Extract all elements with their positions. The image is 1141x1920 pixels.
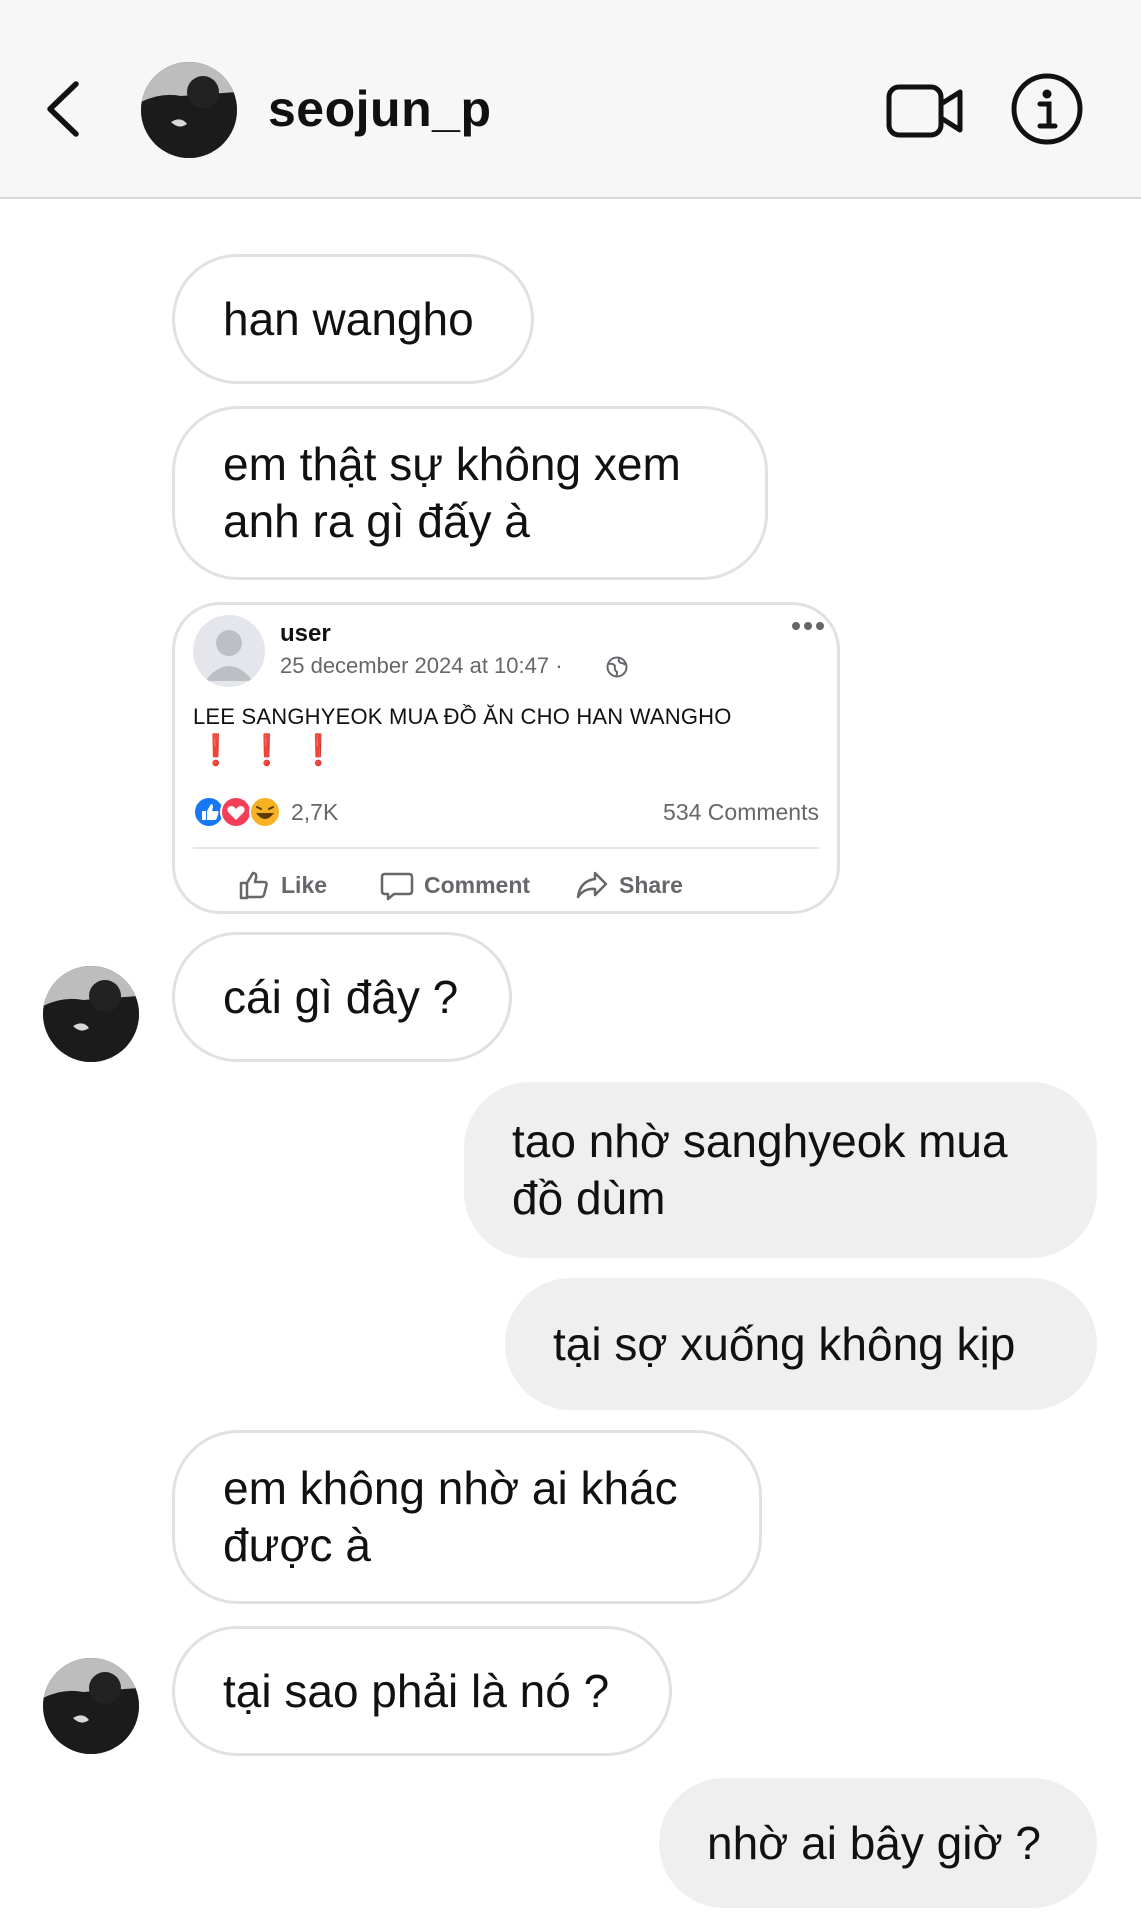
incoming-message[interactable]: cái gì đây ? <box>172 932 512 1062</box>
chat-username[interactable]: seojun_p <box>268 80 491 138</box>
shared-post-card[interactable]: user 25 december 2024 at 10:47 · LEE SAN… <box>172 602 840 914</box>
avatar[interactable] <box>141 62 237 158</box>
like-button[interactable]: Like <box>237 865 327 905</box>
outgoing-message[interactable]: nhờ ai bây giờ ? <box>659 1778 1097 1908</box>
sender-avatar[interactable] <box>43 1658 139 1754</box>
comment-label: Comment <box>424 871 531 898</box>
outgoing-message[interactable]: tao nhờ sanghyeok mua đồ dùm <box>464 1082 1097 1258</box>
message-text: cái gì đây ? <box>223 970 459 1023</box>
reactions-icon[interactable] <box>193 795 285 829</box>
video-call-button[interactable] <box>886 80 964 142</box>
globe-icon <box>606 656 628 678</box>
message-text: em không nhờ ai khác <box>223 1462 678 1514</box>
comment-icon <box>380 872 414 901</box>
comment-count[interactable]: 534 Comments <box>663 799 819 826</box>
message-text: tao nhờ sanghyeok mua <box>512 1115 1008 1167</box>
message-text: đồ dùm <box>512 1172 666 1224</box>
post-text: LEE SANGHYEOK MUA ĐỒ ĂN CHO HAN WANGHO <box>193 704 732 729</box>
thumbs-up-icon <box>239 871 268 900</box>
chat-header: seojun_p <box>0 0 1141 199</box>
avatar-photo <box>43 1658 139 1754</box>
default-avatar-icon <box>205 630 253 681</box>
reaction-count[interactable]: 2,7K <box>291 799 338 826</box>
outgoing-message[interactable]: tại sợ xuống không kịp <box>505 1278 1097 1410</box>
message-text: nhờ ai bây giờ ? <box>707 1816 1041 1869</box>
comment-button[interactable]: Comment <box>380 865 530 905</box>
incoming-message[interactable]: em không nhờ ai khác được à <box>172 1430 762 1604</box>
post-author-avatar <box>193 615 265 687</box>
divider <box>193 847 819 849</box>
back-button[interactable] <box>40 78 90 140</box>
info-icon <box>1011 73 1083 145</box>
incoming-message[interactable]: han wangho <box>172 254 534 384</box>
info-button[interactable] <box>1010 72 1084 146</box>
incoming-message[interactable]: em thật sự không xem anh ra gì đấy à <box>172 406 768 580</box>
chevron-left-icon <box>47 81 79 137</box>
share-button[interactable]: Share <box>575 865 683 905</box>
post-timestamp: 25 december 2024 at 10:47 · <box>280 653 563 678</box>
avatar-photo <box>141 62 237 158</box>
like-label: Like <box>281 871 328 898</box>
message-text: em thật sự không xem <box>223 438 681 490</box>
message-text: han wangho <box>223 292 474 345</box>
post-author-name[interactable]: user <box>280 620 331 648</box>
share-label: Share <box>619 871 683 898</box>
more-options-icon[interactable] <box>791 619 825 633</box>
video-call-icon <box>886 84 963 138</box>
sender-avatar[interactable] <box>43 966 139 1062</box>
exclamation-marks: ❗❗❗ <box>197 734 352 767</box>
incoming-message[interactable]: tại sao phải là nó ? <box>172 1626 672 1756</box>
message-text: tại sao phải là nó ? <box>223 1664 610 1717</box>
message-text: anh ra gì đấy à <box>223 495 530 547</box>
message-text: được à <box>223 1519 371 1571</box>
share-icon <box>576 871 608 899</box>
message-text: tại sợ xuống không kịp <box>553 1317 1016 1370</box>
avatar-photo <box>43 966 139 1062</box>
